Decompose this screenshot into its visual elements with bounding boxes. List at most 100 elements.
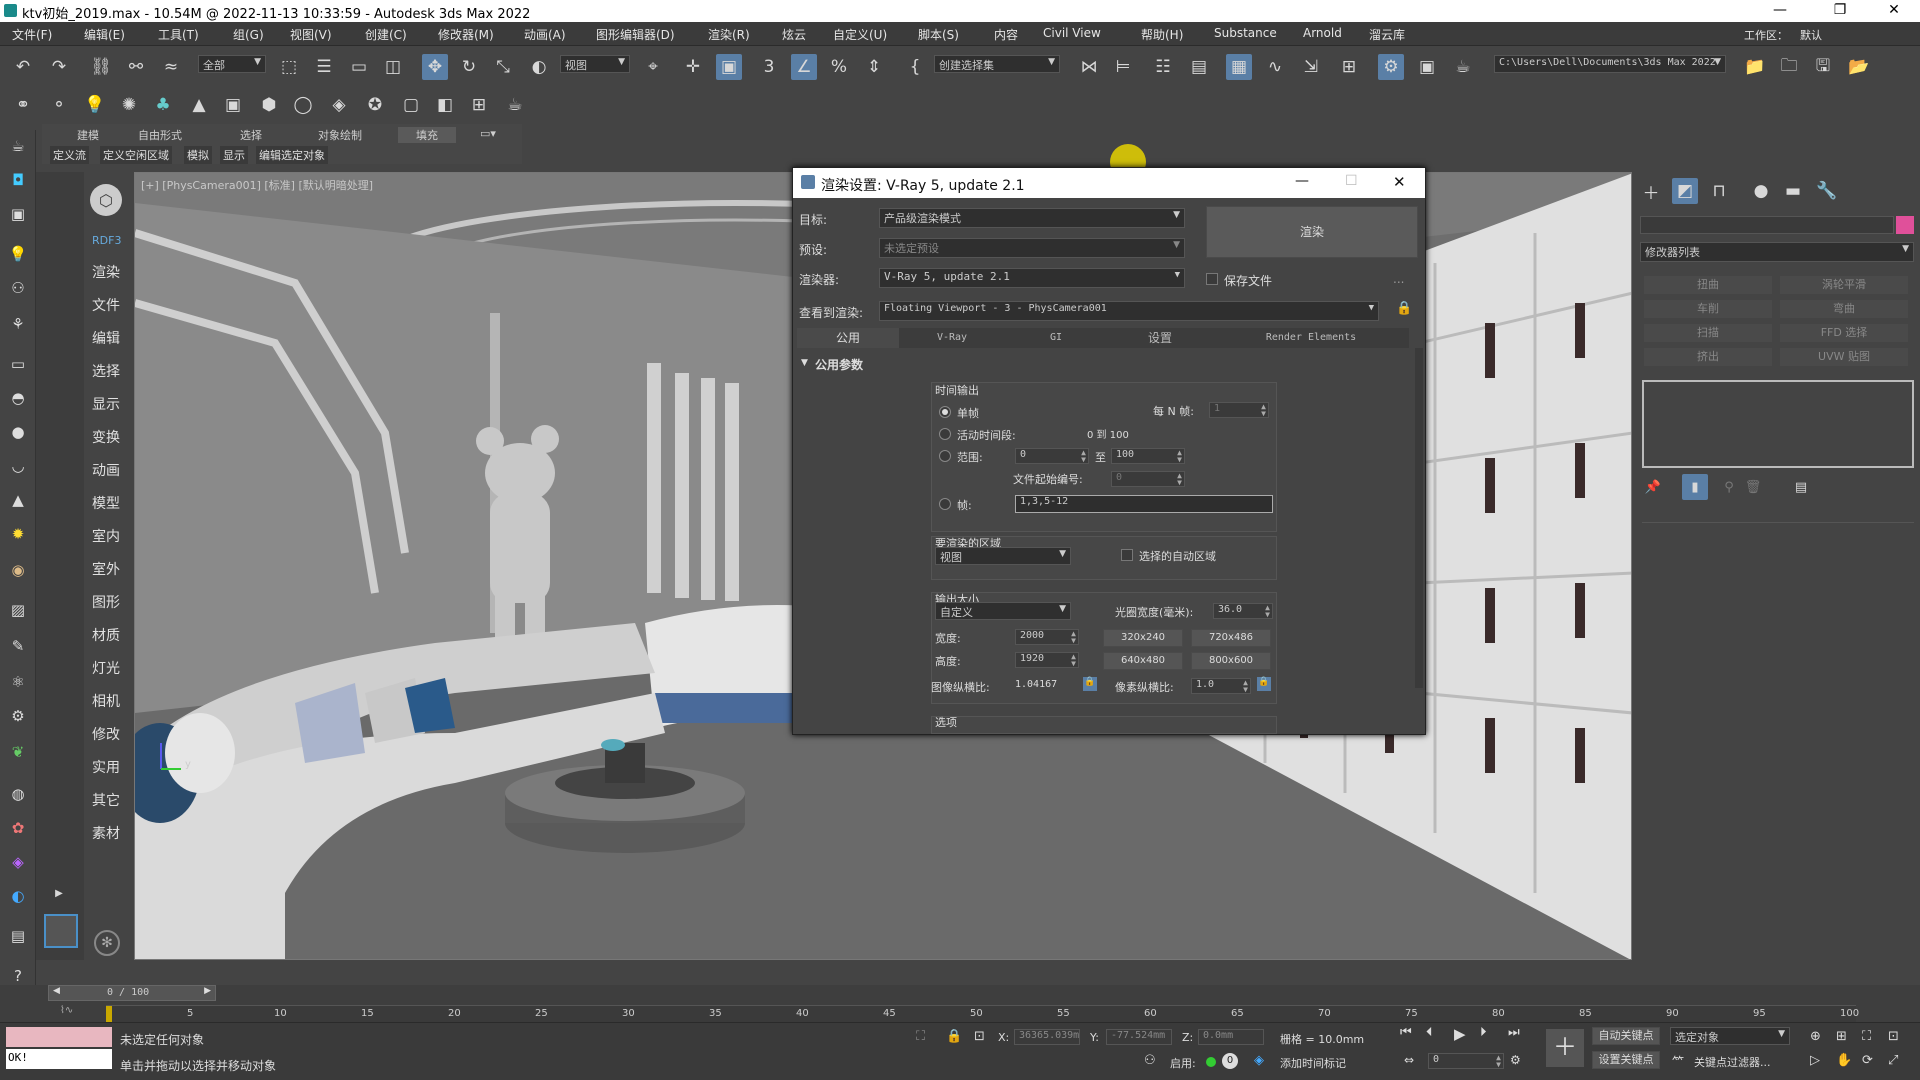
mod-bend-button[interactable]: 弯曲 <box>1780 300 1908 318</box>
cmd-edit[interactable]: 编辑 <box>92 328 120 348</box>
time-slider[interactable]: ◀ 0 / 100 ▶ <box>48 985 216 1001</box>
key-filters-button[interactable]: 关键点过滤器... <box>1694 1054 1771 1070</box>
render-production-icon[interactable]: ☕ <box>1450 54 1476 80</box>
zoom-extents-all-icon[interactable]: ⊡ <box>1888 1029 1899 1044</box>
folder-open-icon[interactable]: 📂 <box>1846 54 1872 80</box>
menu-create[interactable]: 创建(C) <box>365 26 407 43</box>
redo-icon[interactable]: ↷ <box>46 54 72 80</box>
next-frame-icon[interactable]: ⏵ <box>1480 1025 1487 1040</box>
menu-views[interactable]: 视图(V) <box>290 26 332 43</box>
dialog-close-button[interactable]: ✕ <box>1393 173 1406 191</box>
zoom-icon[interactable]: ⊕ <box>1810 1029 1821 1044</box>
sphere-icon[interactable]: ● <box>6 420 30 444</box>
cmd-select[interactable]: 选择 <box>92 361 120 381</box>
menu-arnold[interactable]: Arnold <box>1303 26 1342 40</box>
mod-extrude-button[interactable]: 挤出 <box>1644 348 1772 366</box>
image-aspect-value[interactable]: 1.04167 <box>1015 679 1057 690</box>
save-file-browse-button[interactable]: ... <box>1393 272 1404 286</box>
mod-ffd-select-button[interactable]: FFD 选择 <box>1780 324 1908 342</box>
modify-tab-icon[interactable]: ◩ <box>1672 178 1698 204</box>
height-spinner[interactable]: 1920 ▲ ▼ <box>1015 652 1079 668</box>
ribbon-edit-selected[interactable]: 编辑选定对象 <box>256 146 328 164</box>
range-radio[interactable] <box>939 450 951 462</box>
vray-teapot-icon[interactable]: ☕ <box>502 92 528 118</box>
dome-icon[interactable]: ◓ <box>6 386 30 410</box>
menu-civil-view[interactable]: Civil View <box>1043 26 1101 40</box>
ribbon-define-flows[interactable]: 定义流 <box>50 146 89 164</box>
expand-arrow-icon[interactable]: ▶ <box>46 880 72 906</box>
selection-lock-icon[interactable]: 🔒 <box>946 1029 962 1044</box>
tab-settings[interactable]: 设置 <box>1109 328 1211 348</box>
save-file-icon[interactable]: 🖫 <box>1810 54 1836 80</box>
pivot-icon[interactable]: ⌖ <box>640 54 666 80</box>
cmd-transform[interactable]: 变换 <box>92 427 120 447</box>
select-by-name-icon[interactable]: ☰ <box>311 54 337 80</box>
goto-start-icon[interactable]: ⏮ <box>1400 1025 1412 1040</box>
vray-proxy-icon[interactable]: ▲ <box>186 92 212 118</box>
view-to-render-dropdown[interactable]: Floating Viewport - 3 - PhysCamera001 ▼ <box>879 301 1379 321</box>
percent-snap-icon[interactable]: % <box>826 54 852 80</box>
curve-editor-icon[interactable]: ∿ <box>1262 54 1288 80</box>
output-size-preset-dropdown[interactable]: 自定义 ▼ <box>935 602 1071 620</box>
people-icon[interactable]: ⚇ <box>6 276 30 300</box>
fov-icon[interactable]: ▷ <box>1810 1053 1820 1068</box>
ref-coord-dropdown[interactable]: 视图 ▼ <box>560 55 630 73</box>
time-slider-next-icon[interactable]: ▶ <box>204 986 211 996</box>
cmd-modify[interactable]: 修改 <box>92 724 120 744</box>
vray-mtl-icon[interactable]: ⬢ <box>256 92 282 118</box>
ribbon-define-idle-areas[interactable]: 定义空闲区域 <box>100 146 172 164</box>
select-scale-icon[interactable]: ⤡ <box>490 54 516 80</box>
single-frame-radio[interactable] <box>939 406 951 418</box>
network-icon[interactable]: ⚛ <box>6 670 30 694</box>
x-coord-field[interactable]: 36365.039m <box>1014 1029 1080 1045</box>
orbit-icon[interactable]: ⟳ <box>1862 1053 1873 1068</box>
mod-lathe-button[interactable]: 车削 <box>1644 300 1772 318</box>
layer-explorer-icon[interactable]: ☷ <box>1150 54 1176 80</box>
remove-modifier-icon[interactable]: 🗑 <box>1740 474 1766 500</box>
set-key-mode-button[interactable]: 设置关键点 <box>1592 1051 1660 1069</box>
ribbon-tab-selection[interactable]: 选择 <box>240 127 262 143</box>
tree-icon[interactable]: ⚘ <box>6 312 30 336</box>
render-setup-icon[interactable]: ⚙ <box>1378 54 1404 80</box>
bowl-icon[interactable]: ◡ <box>6 454 30 478</box>
cmd-material[interactable]: 材质 <box>92 625 120 645</box>
mirror-icon[interactable]: ⋈ <box>1076 54 1102 80</box>
object-name-field[interactable] <box>1640 216 1894 234</box>
teapot-icon[interactable]: ☕ <box>6 134 30 158</box>
tab-common[interactable]: 公用 <box>797 328 899 348</box>
material-ball-icon[interactable]: ◉ <box>6 558 30 582</box>
menu-graph-editors[interactable]: 图形编辑器(D) <box>596 26 675 43</box>
vray-vfb-icon[interactable]: ◯ <box>290 92 316 118</box>
angle-snap-icon[interactable]: ∠ <box>791 54 817 80</box>
width-spinner[interactable]: 2000 ▲ ▼ <box>1015 629 1079 645</box>
preset-dropdown[interactable]: 未选定预设 ▼ <box>879 238 1185 258</box>
mod-turbosmooth-button[interactable]: 涡轮平滑 <box>1780 276 1908 294</box>
selection-filter-dropdown[interactable]: 全部 ▼ <box>198 55 266 73</box>
add-time-tag-icon[interactable]: ◈ <box>1254 1053 1264 1068</box>
ribbon-tab-modeling[interactable]: 建模 <box>77 127 99 143</box>
motion-tab-icon[interactable]: ● <box>1748 178 1774 204</box>
palette-icon[interactable]: ✿ <box>6 816 30 840</box>
project-path-dropdown[interactable]: C:\Users\Dell\Documents\3ds Max 2022 ▼ <box>1494 55 1726 73</box>
select-move-icon[interactable]: ✥ <box>422 54 448 80</box>
sun-icon[interactable]: ✹ <box>6 522 30 546</box>
image-aspect-lock-icon[interactable]: 🔒 <box>1083 677 1097 691</box>
spinner-snap-icon[interactable]: ⇕ <box>861 54 887 80</box>
rect-selection-icon[interactable]: ▭ <box>346 54 372 80</box>
ribbon-tab-populate[interactable]: 填充 <box>398 127 456 143</box>
cmd-interior[interactable]: 室内 <box>92 526 120 546</box>
undo-icon[interactable]: ↶ <box>10 54 36 80</box>
key-filter-icon[interactable]: ⺮ <box>1672 1053 1684 1070</box>
pixel-aspect-spinner[interactable]: 1.0 ▲ ▼ <box>1191 678 1251 694</box>
menu-liuyunku[interactable]: 溜云库 <box>1369 26 1405 43</box>
cmd-utilities[interactable]: 实用 <box>92 757 120 777</box>
vray-plane-icon[interactable]: ▣ <box>220 92 246 118</box>
schematic-view-icon[interactable]: ⇲ <box>1298 54 1324 80</box>
bind-spacewarp-icon[interactable]: ≈ <box>158 54 184 80</box>
menu-content[interactable]: 内容 <box>994 26 1018 43</box>
absolute-mode-icon[interactable]: ⊡ <box>974 1029 985 1044</box>
aperture-spinner[interactable]: 36.0 ▲ ▼ <box>1213 603 1273 619</box>
time-tag-icon[interactable]: 0 <box>1222 1053 1238 1069</box>
menu-animation[interactable]: 动画(A) <box>524 26 566 43</box>
vray-sun-icon[interactable]: ✺ <box>116 92 142 118</box>
